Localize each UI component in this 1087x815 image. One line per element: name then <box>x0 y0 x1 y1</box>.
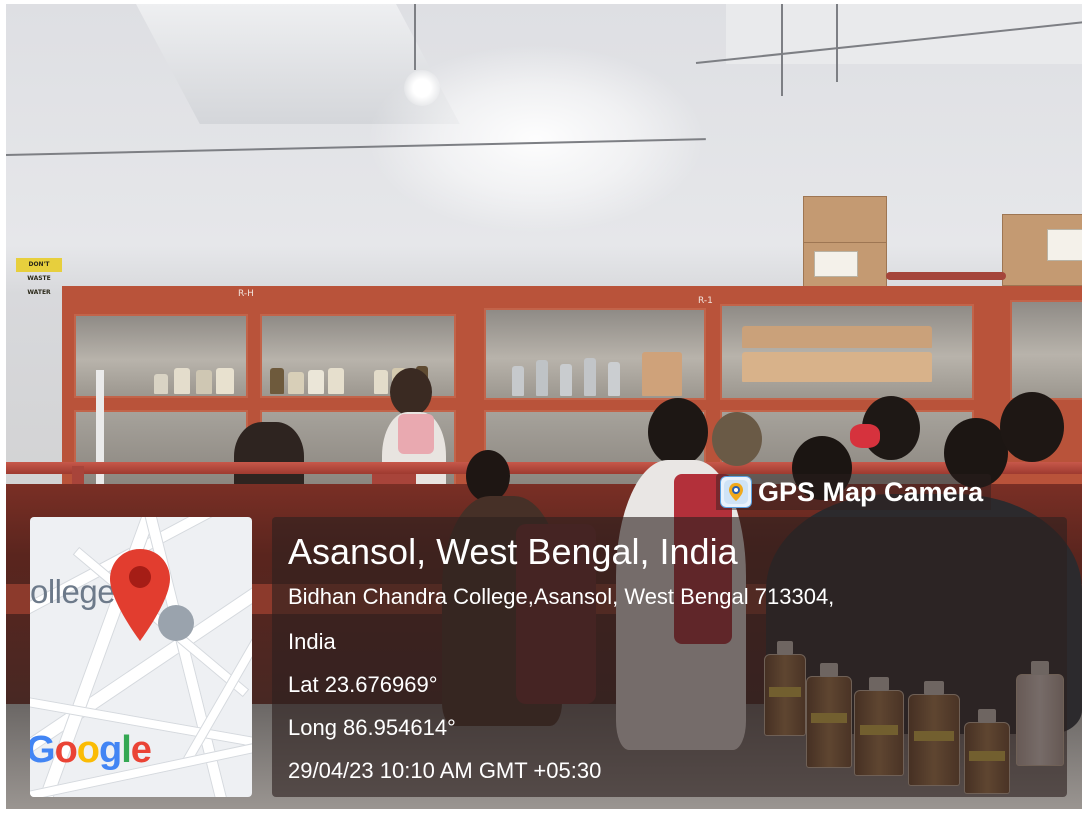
cardboard-box <box>803 242 887 288</box>
teacher-scarf <box>398 414 434 454</box>
teacher-head <box>390 368 432 416</box>
location-pin-icon <box>110 549 170 641</box>
student-head <box>466 450 510 502</box>
map-place-label: ollege <box>30 573 116 610</box>
tubing <box>886 272 1006 280</box>
student-cap <box>712 412 762 466</box>
datetime: 29/04/23 10:10 AM GMT +05:30 <box>288 758 602 783</box>
cabinet-tag: R-H <box>238 289 254 299</box>
address-line-2: India <box>288 629 336 654</box>
light-bulb <box>404 70 440 106</box>
conduit <box>781 4 783 96</box>
location-title: Asansol, West Bengal, India <box>288 531 738 572</box>
student-head <box>648 398 708 466</box>
longitude: Long 86.954614° <box>288 715 456 740</box>
bulb-wire <box>414 4 416 70</box>
address-line-1: Bidhan Chandra College,Asansol, West Ben… <box>288 584 835 609</box>
cabinet-tag: R-1 <box>698 296 713 306</box>
conduit <box>836 4 838 82</box>
face-mask <box>850 424 880 448</box>
map-pin-camera-icon <box>720 476 752 508</box>
cardboard-box <box>803 196 887 246</box>
student-head <box>1000 392 1064 462</box>
bench-rail <box>6 462 1082 474</box>
map-thumbnail[interactable]: ollege Google <box>30 517 252 797</box>
latitude: Lat 23.676969° <box>288 672 438 697</box>
glass-cabinet: R-H R-1 <box>62 286 1082 490</box>
gps-camera-brand: GPS Map Camera <box>716 474 992 510</box>
brand-text: GPS Map Camera <box>758 476 984 507</box>
cardboard-box <box>1002 214 1082 286</box>
wall-sign: DON'T WASTE WATER <box>16 258 62 296</box>
google-logo: Google <box>30 729 152 771</box>
